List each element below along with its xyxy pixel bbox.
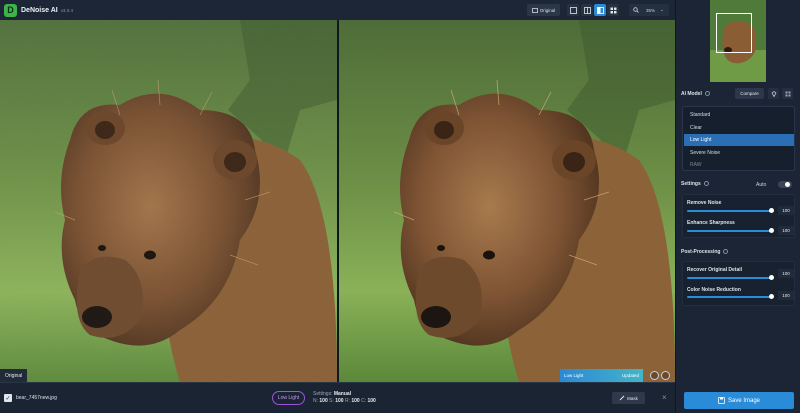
top-toolbar: D DeNoise AI v3.3.4 Original 35% ⌄ — [0, 0, 675, 20]
auto-label: Auto — [756, 182, 767, 188]
image-icon — [531, 7, 538, 13]
auto-toggle[interactable] — [778, 181, 792, 188]
navigator-thumbnail[interactable] — [710, 0, 766, 82]
enhance-sharpness-value[interactable]: 100 — [778, 226, 794, 235]
save-icon — [718, 397, 725, 404]
file-select-checkbox[interactable]: ✓ — [4, 394, 12, 402]
app-logo-icon: D — [4, 3, 17, 17]
model-item-standard[interactable]: Standard — [684, 109, 794, 121]
color-noise-label: Color Noise Reduction — [687, 287, 741, 293]
enhance-sharpness-label: Enhance Sharpness — [687, 220, 735, 226]
view-grid-button[interactable] — [607, 4, 619, 16]
grid-view-icon — [610, 7, 616, 13]
zoom-control[interactable]: 35% ⌄ — [629, 4, 669, 16]
zoom-value: 35% — [646, 7, 656, 13]
original-button-label: Original — [539, 7, 556, 13]
r-value: 100 — [351, 398, 360, 404]
reject-face-icon[interactable] — [650, 371, 659, 380]
enhance-sharpness-handle[interactable] — [769, 228, 774, 233]
info-icon[interactable] — [723, 249, 729, 255]
compare-button[interactable]: Compare — [735, 88, 764, 99]
model-item-clear[interactable]: Clear — [684, 122, 794, 134]
info-icon[interactable] — [703, 181, 709, 187]
original-image-pane[interactable]: Original — [0, 20, 337, 382]
post-processing-title: Post-Processing — [681, 249, 729, 255]
c-value: 100 — [367, 398, 376, 404]
recover-detail-handle[interactable] — [769, 275, 774, 280]
processed-status-label: Updated — [621, 373, 639, 378]
settings-mode: Manual — [333, 391, 352, 397]
gem-icon — [771, 90, 776, 97]
accept-face-icon[interactable] — [661, 371, 670, 380]
model-list-button[interactable] — [782, 88, 793, 99]
model-item-low-light[interactable]: Low Light — [684, 134, 794, 146]
post-processing-sliders: Recover Original Detail 100 Color Noise … — [682, 261, 795, 306]
view-split-button[interactable] — [594, 4, 606, 16]
brush-icon — [619, 395, 625, 401]
n-value: 100 — [319, 398, 328, 404]
c-label: C: — [361, 398, 367, 404]
split-compare-icon — [596, 6, 604, 14]
settings-summary: Settings: Manual N: 100 S: 100 R: 100 C:… — [313, 391, 376, 405]
app-version: v3.3.4 — [60, 7, 73, 13]
recover-detail-slider[interactable] — [687, 277, 771, 279]
r-label: R: — [344, 398, 350, 404]
settings-prefix: Settings: — [313, 391, 333, 397]
remove-noise-label: Remove Noise — [687, 200, 722, 206]
recover-detail-label: Recover Original Detail — [687, 267, 743, 273]
zoom-caret-icon[interactable]: ⌄ — [660, 7, 664, 13]
settings-title: Settings — [681, 181, 709, 187]
ai-model-title: AI Model — [681, 91, 710, 97]
app-name: DeNoise AI — [21, 6, 58, 14]
bottom-file-bar: ✓ bear_7457new.jpg Low Light Settings: M… — [0, 382, 675, 413]
remove-noise-value[interactable]: 100 — [778, 206, 794, 215]
close-icon[interactable]: × — [662, 393, 667, 402]
bear-photo-denoised — [339, 20, 675, 382]
single-view-icon — [569, 6, 577, 14]
processed-image-pane[interactable]: Low Light Updated — [339, 20, 675, 382]
original-label: Original — [0, 369, 28, 382]
view-single-button[interactable] — [567, 4, 579, 16]
remove-noise-slider[interactable] — [687, 210, 771, 212]
color-noise-slider[interactable] — [687, 296, 771, 298]
color-noise-handle[interactable] — [769, 294, 774, 299]
remove-noise-handle[interactable] — [769, 208, 774, 213]
mask-button[interactable]: Mask — [612, 392, 645, 404]
model-item-raw[interactable]: RAW — [684, 159, 794, 171]
zoom-icon — [633, 7, 639, 13]
recover-detail-value[interactable]: 100 — [778, 269, 794, 278]
split-view-icon — [583, 6, 591, 14]
model-item-severe-noise[interactable]: Severe Noise — [684, 147, 794, 159]
settings-sliders: Remove Noise 100 Enhance Sharpness 100 — [682, 194, 795, 238]
list-icon — [785, 91, 790, 96]
save-image-label: Save Image — [727, 397, 761, 404]
info-icon[interactable] — [704, 91, 710, 97]
navigator-viewport-box[interactable] — [716, 13, 752, 53]
file-name: bear_7457new.jpg — [16, 395, 57, 401]
enhance-sharpness-slider[interactable] — [687, 230, 771, 232]
processed-status-bar: Low Light Updated — [560, 369, 643, 382]
processed-model-label: Low Light — [564, 373, 584, 378]
s-value: 100 — [335, 398, 344, 404]
right-settings-panel: AI Model Compare Standard Clear Low Ligh… — [675, 0, 800, 413]
view-side-by-side-button[interactable] — [581, 4, 593, 16]
image-viewer[interactable]: Original Low Light Updated — [0, 20, 675, 382]
model-pill[interactable]: Low Light — [272, 391, 305, 405]
original-button[interactable]: Original — [527, 4, 560, 16]
bear-photo-original — [0, 20, 337, 382]
model-detail-button[interactable] — [768, 88, 779, 99]
ai-model-list: Standard Clear Low Light Severe Noise RA… — [682, 106, 795, 171]
s-label: S: — [329, 398, 334, 404]
color-noise-value[interactable]: 100 — [778, 291, 794, 300]
n-label: N: — [313, 398, 318, 404]
mask-button-label: Mask — [627, 395, 638, 401]
save-image-button[interactable]: Save Image — [684, 392, 794, 409]
denoise-app: D DeNoise AI v3.3.4 Original 35% ⌄ Origi… — [0, 0, 800, 413]
